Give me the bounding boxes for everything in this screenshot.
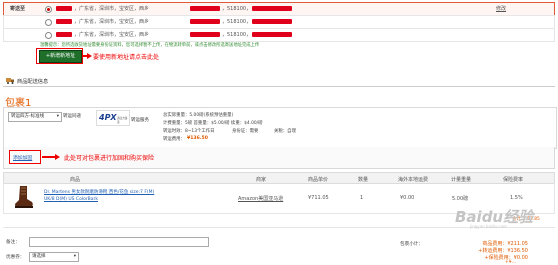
new-address-annotation: 要使用新地址请点击此处 — [93, 54, 160, 61]
note-label: 备注： — [6, 240, 20, 245]
col-price: 商品单价 — [308, 177, 329, 183]
redacted-name — [56, 32, 72, 37]
billing-info: 计费重量：5磅 首重量：$5.00/磅 续重：$4.00/磅 — [163, 121, 263, 126]
insure-annotation: 此处可对包裹进行加固和购买保险 — [64, 155, 155, 162]
grand-total: +¥... — [505, 260, 516, 265]
insurance-rate: 1.5% — [510, 195, 523, 201]
product-link[interactable]: Dr. Martens 男女款耐磨防滑靴 西色/花鱼 size:7 F(M) — [44, 189, 154, 195]
redacted-phone — [252, 6, 292, 11]
annotation-arrow — [42, 156, 56, 158]
coupon-select-value: 请选择 — [32, 254, 46, 259]
address-radio-3[interactable] — [45, 32, 52, 39]
annotation-arrow-head — [55, 153, 60, 160]
fee-value: ¥136.50 — [187, 136, 208, 141]
redacted-phone — [252, 32, 292, 37]
annotation-arrow-head — [87, 52, 92, 59]
product-link-line2[interactable]: UK/8 D(M) US ColorBark — [44, 197, 98, 202]
4px-logo: 4PX 递四方速递 — [96, 110, 130, 126]
shipping-total: +转运费用：¥136.50 — [478, 248, 528, 254]
new-address-button[interactable]: +新增新地址 — [39, 50, 82, 63]
address-postcode-3: ，518100， — [222, 32, 252, 38]
ship-to-tag: 寄送至 — [10, 6, 26, 12]
redacted-name — [56, 6, 72, 11]
col-product: 商品 — [70, 177, 81, 183]
col-insurance: 保险费率 — [503, 177, 524, 183]
chevron-down-icon: ▾ — [56, 114, 59, 119]
billing-weight: 5.00磅 — [452, 196, 469, 202]
goods-total: 商品费用：¥211.05 — [482, 241, 528, 247]
service-label: 转运服务 — [131, 118, 149, 123]
route-select-value: 转运四方-标准线 — [11, 114, 45, 119]
col-qty: 数量 — [358, 177, 369, 183]
redacted-phone — [252, 19, 292, 24]
address-postcode-2: ，518100， — [222, 19, 252, 25]
redacted-street — [190, 32, 220, 37]
parcel-subtotal-label: 包裹小计： — [400, 242, 423, 247]
route-mode: 转运同递 — [63, 114, 81, 119]
redacted-street — [190, 19, 220, 24]
col-weight: 计量重量 — [451, 177, 472, 183]
address-postcode-1: ，518100， — [222, 6, 252, 12]
id-card-required: 身份证：需要 — [232, 129, 259, 134]
address-radio-2[interactable] — [45, 19, 52, 26]
address-radio-1[interactable] — [45, 6, 52, 13]
product-image — [14, 185, 33, 209]
fee-label: 转运费用： — [163, 137, 185, 142]
address-row-selected[interactable]: 寄送至 ，广东省，深圳市，宝安区，西乡 ，518100， 修改 — [3, 2, 555, 16]
eta: 转运时效：8~13个工作日 — [163, 129, 215, 134]
add-insurance-link[interactable]: 添加加固 — [13, 154, 32, 161]
est-weight: 总实际重量：5.00磅(系统预估重量) — [163, 113, 234, 118]
logo-text: 4PX — [99, 113, 117, 122]
truck-icon — [6, 77, 14, 84]
col-local-fee: 海外本地运费 — [398, 177, 429, 183]
logo-sub: 递四方速递 — [117, 117, 128, 124]
unit-price: ¥711.05 — [308, 195, 329, 201]
edit-address-link[interactable]: 修改 — [496, 5, 506, 12]
tax-info: 关税：自理 — [274, 129, 296, 134]
redacted-name — [56, 19, 72, 24]
address-row[interactable]: ，广东省，深圳市，宝安区，西乡 ，518100， — [3, 15, 555, 29]
redacted-street — [190, 6, 220, 11]
address-region-1: ，广东省，深圳市，宝安区，西乡 — [74, 6, 150, 12]
merchant-link[interactable]: Amazon美国亚马逊 — [238, 195, 283, 202]
address-row[interactable]: ，广东省，深圳市，宝安区，西乡 ，518100， — [3, 28, 555, 42]
address-region-2: ，广东省，深圳市，宝安区，西乡 — [74, 19, 150, 25]
chevron-down-icon: ▾ — [73, 254, 76, 259]
section-title: 商品配送信息 — [17, 79, 49, 85]
local-fee: ¥0.00 — [400, 195, 415, 201]
route-select[interactable]: 转运四方-标准线 ▾ — [8, 112, 62, 122]
address-region-3: ，广东省，深圳市，宝安区，西乡 — [74, 32, 150, 38]
note-input[interactable] — [29, 237, 209, 247]
watermark-url: jingyan.baidu.com — [470, 224, 507, 229]
section-divider — [3, 86, 555, 87]
col-merchant: 商家 — [256, 177, 267, 183]
quantity: 1 — [360, 195, 364, 201]
coupon-label: 优惠券： — [6, 255, 25, 260]
coupon-select[interactable]: 请选择 ▾ — [29, 252, 79, 262]
